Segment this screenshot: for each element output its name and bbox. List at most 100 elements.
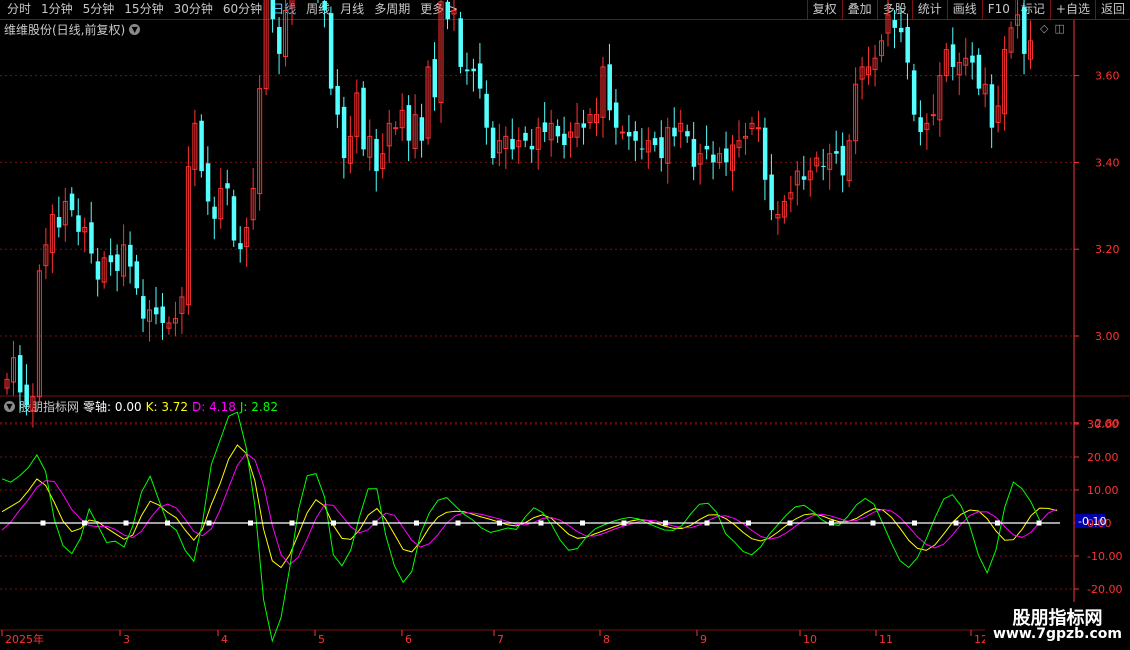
candle-down <box>581 123 587 128</box>
candle-up <box>736 140 742 149</box>
candle-up <box>853 83 859 142</box>
candle-up <box>386 122 392 147</box>
back-button[interactable]: 返回 <box>1094 0 1130 19</box>
candle-up <box>593 114 599 123</box>
zero-axis-marker <box>787 520 793 526</box>
zero-axis-marker <box>995 520 1000 526</box>
candle-up <box>755 127 761 130</box>
zero-axis-marker <box>165 520 170 526</box>
indicator-line-d <box>1 452 1058 566</box>
candle-up <box>192 122 198 170</box>
mark-button[interactable]: 标记 <box>1014 0 1050 19</box>
watermark: 股朋指标网 www.7gpzb.com <box>985 602 1130 646</box>
candle-up <box>749 122 755 130</box>
indicator-tick-label: 10.00 <box>1087 484 1119 497</box>
price-tick-label: 3.60 <box>1095 70 1120 83</box>
toolbar-buttons: 复权 叠加 多股 统计 画线 F10 标记 +自选 返回 <box>806 0 1130 19</box>
tab-daily[interactable]: 日线 <box>267 0 301 19</box>
zero-axis-marker <box>82 520 87 526</box>
zero-axis-marker <box>746 520 751 526</box>
candle-up <box>574 122 580 138</box>
candle-up <box>535 127 541 150</box>
month-label: 11 <box>879 633 893 646</box>
candle-down <box>607 64 612 111</box>
candle-down <box>335 86 340 115</box>
candle-up <box>943 49 949 77</box>
tab-60min[interactable]: 60分钟 <box>218 0 267 19</box>
candle-down <box>762 127 768 180</box>
candle-up <box>963 57 969 66</box>
candle-up <box>380 153 386 169</box>
candle-up <box>781 200 787 218</box>
candle-up <box>354 92 360 137</box>
month-label: 6 <box>405 633 412 646</box>
tab-30min[interactable]: 30分钟 <box>169 0 218 19</box>
tab-multi-period[interactable]: 多周期 <box>369 0 415 19</box>
candle-down <box>652 138 658 146</box>
diamond-icon[interactable]: ◇ <box>1040 22 1048 35</box>
candle-down <box>724 148 729 163</box>
candle-down <box>898 27 904 33</box>
candle-up <box>43 244 49 267</box>
add-watchlist-button[interactable]: +自选 <box>1049 0 1095 19</box>
indicator-name: 股朋指标网 <box>19 400 80 414</box>
stock-title-text: 维维股份(日线,前复权) <box>4 23 126 37</box>
candle-down <box>659 137 664 159</box>
candle-down <box>918 117 923 133</box>
overlay-button[interactable]: 叠加 <box>841 0 877 19</box>
month-label: 3 <box>123 633 130 646</box>
month-label: 4 <box>221 633 228 646</box>
candle-down <box>225 183 230 189</box>
zero-axis-marker <box>206 520 212 526</box>
candle-up <box>879 40 885 57</box>
chevron-down-icon[interactable]: ▼ <box>129 24 141 35</box>
zero-axis-marker <box>538 520 544 526</box>
statistics-button[interactable]: 统计 <box>911 0 947 19</box>
candle-down <box>231 196 237 241</box>
candle-up <box>788 192 794 200</box>
candle-down <box>510 138 515 150</box>
candle-up <box>548 122 554 141</box>
tab-1min[interactable]: 1分钟 <box>36 0 78 19</box>
candle-down <box>976 54 982 89</box>
zero-axis-marker <box>289 520 295 526</box>
candle-up <box>678 122 684 132</box>
tab-more[interactable]: 更多 > <box>415 0 463 19</box>
multi-stock-button[interactable]: 多股 <box>876 0 912 19</box>
chart-canvas[interactable]: 4.204.003.803.603.403.203.002.8030.0020.… <box>0 0 1130 650</box>
price-tick-label: 3.00 <box>1095 330 1120 343</box>
panel-toggle-icon[interactable]: ◫ <box>1054 22 1064 35</box>
tab-weekly[interactable]: 周线 <box>301 0 335 19</box>
candle-up <box>250 187 256 221</box>
zero-axis-marker <box>829 520 834 526</box>
zero-axis-marker <box>455 520 461 526</box>
candle-up <box>347 135 353 164</box>
candle-up <box>775 213 781 219</box>
indicator-line-k <box>1 444 1058 569</box>
draw-line-button[interactable]: 画线 <box>946 0 982 19</box>
zero-axis-marker <box>372 520 378 526</box>
tab-fenshi[interactable]: 分时 <box>2 0 36 19</box>
chevron-down-icon[interactable]: ▼ <box>4 401 15 412</box>
candle-up <box>930 114 936 117</box>
candle-up <box>82 227 88 233</box>
adjust-button[interactable]: 复权 <box>806 0 842 19</box>
tab-5min[interactable]: 5分钟 <box>78 0 120 19</box>
candle-down <box>471 68 476 72</box>
candle-down <box>834 151 839 154</box>
tab-monthly[interactable]: 月线 <box>335 0 369 19</box>
candle-down <box>691 138 697 167</box>
candle-up <box>62 200 68 226</box>
current-value-box <box>1075 514 1105 528</box>
candle-down <box>464 69 470 72</box>
candle-down <box>115 254 120 271</box>
candle-down <box>128 244 133 267</box>
zero-axis-marker <box>40 520 46 526</box>
tab-15min[interactable]: 15分钟 <box>119 0 168 19</box>
f10-button[interactable]: F10 <box>981 0 1015 19</box>
candle-down <box>374 138 379 172</box>
candle-down <box>341 106 347 159</box>
zero-axis-marker <box>1036 520 1042 526</box>
zero-axis-marker <box>331 520 336 526</box>
month-label: 9 <box>700 633 707 646</box>
